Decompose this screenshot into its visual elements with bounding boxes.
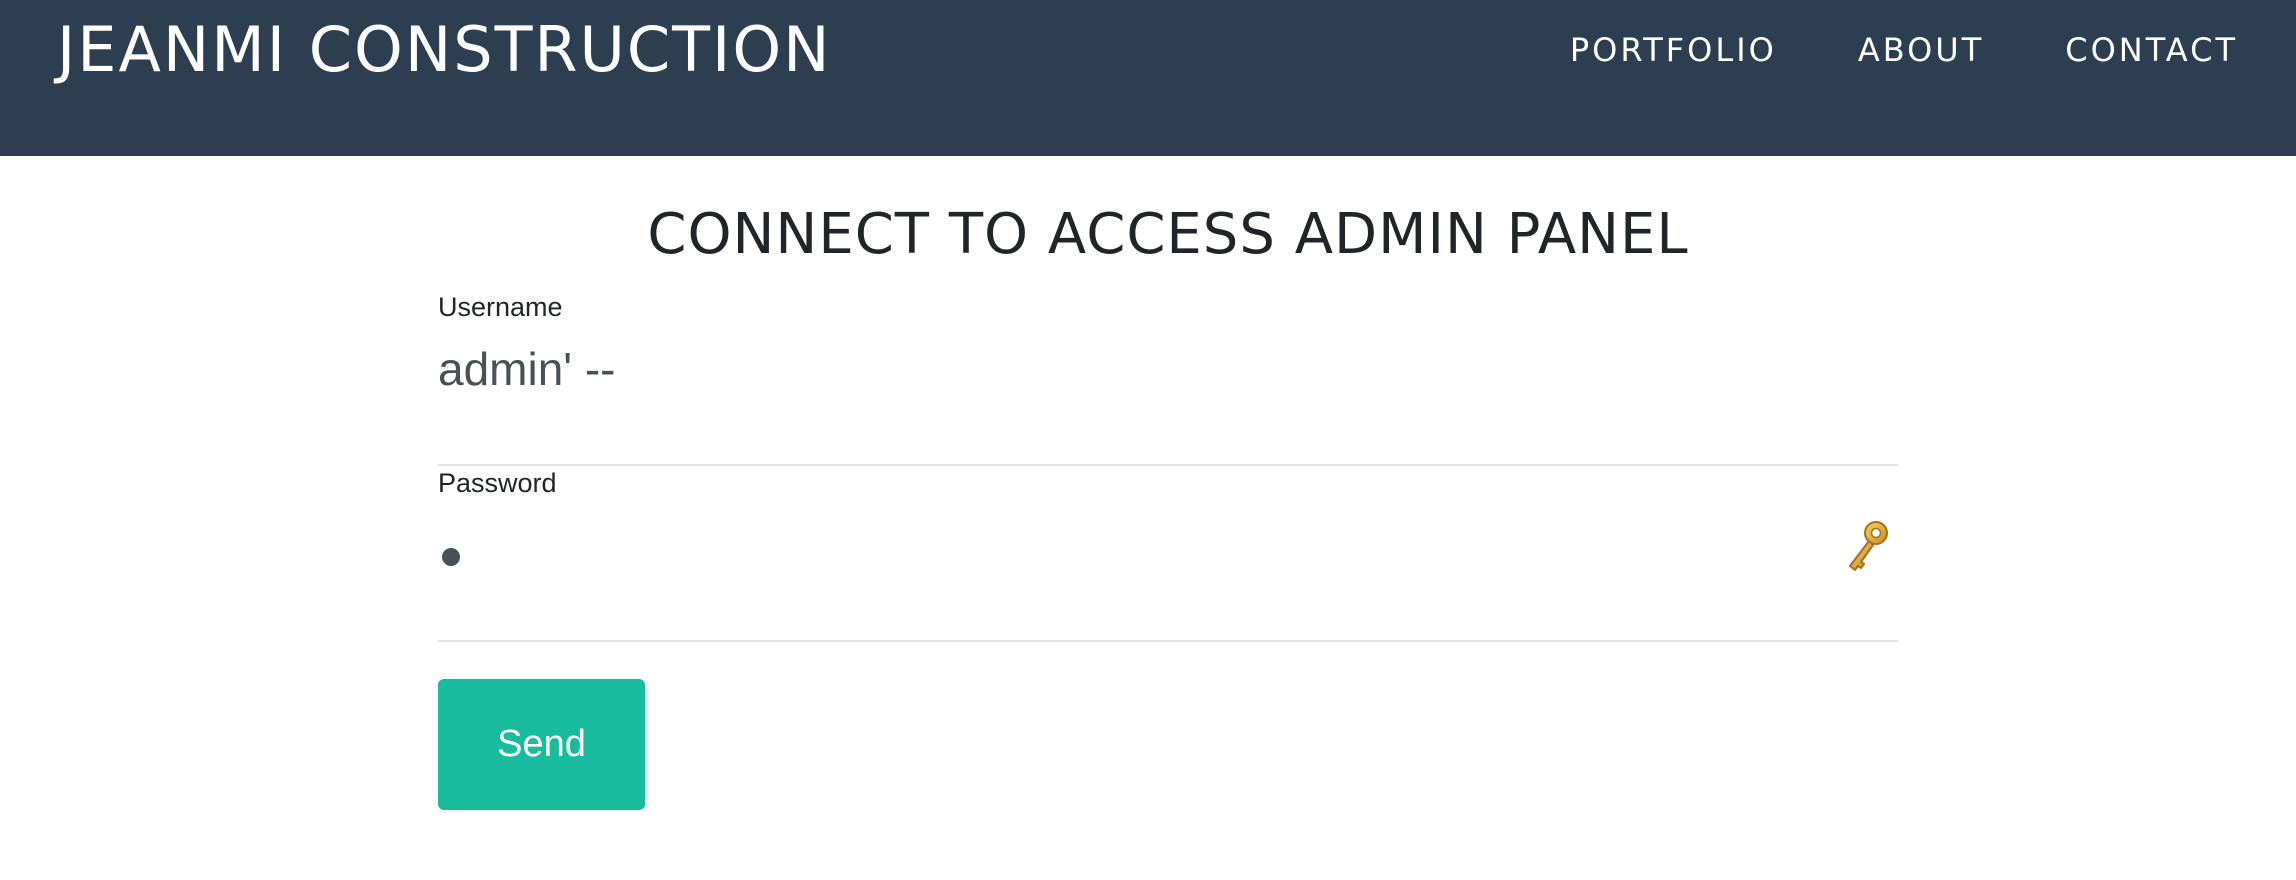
username-input[interactable]: admin' -- xyxy=(438,342,616,396)
navbar: JEANMI CONSTRUCTION PORTFOLIO ABOUT CONT… xyxy=(0,0,2296,156)
password-label: Password xyxy=(438,468,557,498)
login-form: Username admin' -- Password xyxy=(438,290,1898,642)
send-button[interactable]: Send xyxy=(438,679,645,810)
password-field[interactable]: Password xyxy=(438,466,1898,642)
password-input[interactable] xyxy=(442,548,460,566)
username-field[interactable]: Username admin' -- xyxy=(438,290,1898,466)
username-label: Username xyxy=(438,292,563,322)
brand-title[interactable]: JEANMI CONSTRUCTION xyxy=(57,8,832,92)
nav-link-contact[interactable]: CONTACT xyxy=(2065,28,2238,72)
nav-link-about[interactable]: ABOUT xyxy=(1858,28,1984,72)
key-icon[interactable] xyxy=(1842,518,1892,578)
nav-links: PORTFOLIO ABOUT CONTACT xyxy=(1570,28,2238,72)
nav-link-portfolio[interactable]: PORTFOLIO xyxy=(1570,28,1777,72)
page-title: CONNECT TO ACCESS ADMIN PANEL xyxy=(647,202,1689,267)
